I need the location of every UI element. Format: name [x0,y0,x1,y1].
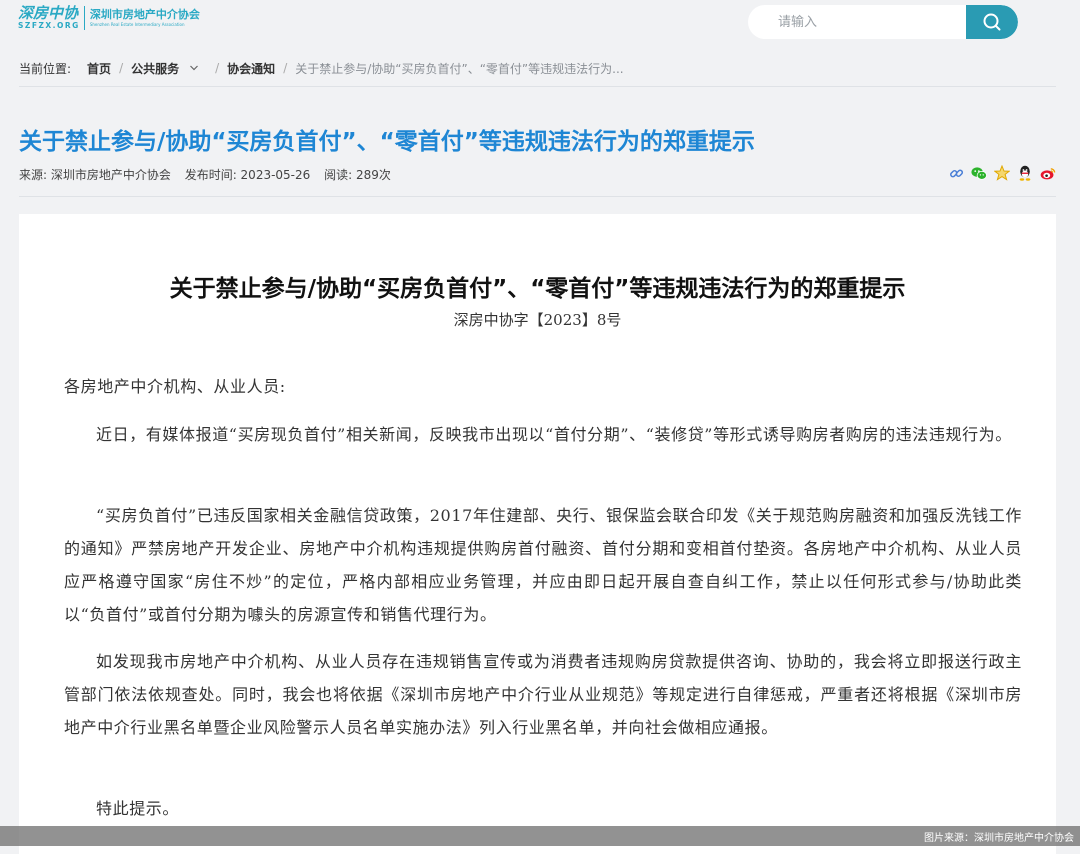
org-name-en: Shenzhen Real Estate Intermediary Associ… [89,21,185,27]
paragraph: 如发现我市房地产中介机构、从业人员存在违规销售宣传或为消费者违规购房贷款提供咨询… [64,652,1022,737]
image-credit-bar: 图片来源：深圳市房地产中介协会 [0,826,1080,846]
paragraph: 近日，有媒体报道“买房现负首付”相关新闻，反映我市出现以“首付分期”、“装修贷”… [96,425,1012,444]
meta-published: 发布时间: 2023-05-26 [184,168,311,182]
divider [19,196,1056,197]
qq-icon[interactable] [1017,165,1033,181]
star-icon[interactable] [994,165,1010,181]
logo-divider [83,5,85,30]
site-header: 深房中协 SZFZX.ORG 深圳市房地产中介协会 Shenzhen Real … [0,0,1080,44]
chevron-down-icon[interactable] [189,63,199,73]
wechat-icon[interactable] [971,165,987,181]
meta-reads: 阅读: 289次 [324,168,391,182]
site-logo[interactable]: 深房中协 SZFZX.ORG 深圳市房地产中介协会 Shenzhen Real … [18,5,200,30]
logo-text: 深圳市房地产中介协会 Shenzhen Real Estate Intermed… [90,8,200,28]
logo-mark: 深房中协 SZFZX.ORG [18,5,80,30]
image-credit: 图片来源：深圳市房地产中介协会 [924,833,1074,844]
breadcrumb: 当前位置: 首页 / 公共服务 / 协会通知 / 关于禁止参与/协助“买房负首付… [19,58,624,78]
breadcrumb-current: 关于禁止参与/协助“买房负首付”、“零首付”等违规违法行为... [295,61,624,76]
closing-line: 特此提示。 [96,799,180,818]
breadcrumb-prefix: 当前位置: [19,61,72,76]
weibo-icon[interactable] [1040,165,1056,181]
article-body: 关于禁止参与/协助“买房负首付”、“零首付”等违规违法行为的郑重提示 深房中协字… [19,214,1056,854]
breadcrumb-separator: / [283,61,288,75]
logo-cn: 深房中协 [18,4,79,22]
search-box [748,5,1018,39]
article-meta: 来源: 深圳市房地产中介协会 发布时间: 2023-05-26 阅读: 289次 [19,166,401,183]
breadcrumb-home[interactable]: 首页 [87,60,111,77]
search-input[interactable] [748,5,966,39]
breadcrumb-separator: / [215,61,220,75]
link-icon[interactable] [948,165,964,181]
search-icon [983,13,1001,31]
document-title: 关于禁止参与/协助“买房负首付”、“零首付”等违规违法行为的郑重提示 [169,276,906,302]
logo-en: SZFZX.ORG [18,21,80,30]
salutation: 各房地产中介机构、从业人员: [64,377,286,396]
page-title: 关于禁止参与/协助“买房负首付”、“零首付”等违规违法行为的郑重提示 [19,129,755,155]
document-number: 深房中协字【2023】8号 [453,311,622,329]
breadcrumb-section[interactable]: 公共服务 [131,60,179,77]
breadcrumb-separator: / [119,61,124,75]
org-name-cn: 深圳市房地产中介协会 [89,7,200,21]
divider [19,86,1056,87]
paragraph: “买房负首付”已违反国家相关金融信贷政策，2017年住建部、央行、银保监会联合印… [64,506,1022,624]
meta-source: 来源: 深圳市房地产中介协会 [19,168,171,182]
breadcrumb-category[interactable]: 协会通知 [227,60,275,77]
share-bar [948,165,1056,181]
search-button[interactable] [966,5,1018,39]
